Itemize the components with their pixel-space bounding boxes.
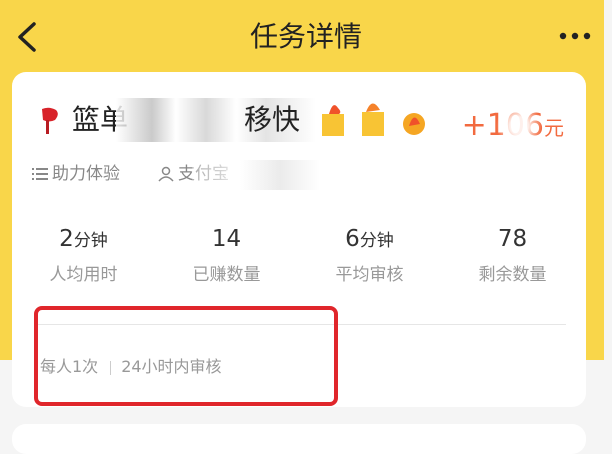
more-dots-icon[interactable] [558,26,592,46]
red-highlight-box [34,306,338,406]
blurred-tag-text [192,160,352,190]
stat-label: 剩余数量 [478,265,547,285]
stat-value: 6 [345,226,360,252]
page-edge [604,0,612,442]
stat-unit: 分钟 [359,231,394,251]
stat-value: 78 [497,226,528,252]
stat-avg-review: 6分钟 平均审核 [298,222,441,288]
stat-label: 平均审核 [335,265,404,285]
tag-assist: 助力体验 [32,160,120,188]
stat-unit: 分钟 [73,231,108,251]
tag-assist-label: 助力体验 [52,164,120,184]
page-title: 任务详情 [249,20,362,53]
task-stats: 2分钟 人均用时 14 已赚数量 6分钟 平均审核 78 剩余数量 [12,222,586,292]
navigation-bar: 任务详情 [0,0,612,72]
user-icon [158,166,174,182]
red-flag-icon [42,107,58,134]
reward-unit: 元 [544,116,564,140]
task-name-end: 移快 [244,103,301,136]
task-tags: 助力体验 支付宝 [32,160,512,190]
stat-earned: 14 已赚数量 [155,222,298,288]
task-title-row: 篮单 移快 [36,98,436,146]
stat-label: 已赚数量 [192,265,261,285]
stat-remaining: 78 剩余数量 [441,222,584,288]
stat-value: 14 [211,226,242,252]
next-card [12,424,586,454]
stat-value: 2 [59,226,74,252]
stat-label: 人均用时 [49,265,118,285]
hot-badges-icon [322,103,425,136]
stat-avg-time: 2分钟 人均用时 [12,222,155,288]
blurred-reward-digit [496,106,542,146]
list-icon [32,168,48,180]
